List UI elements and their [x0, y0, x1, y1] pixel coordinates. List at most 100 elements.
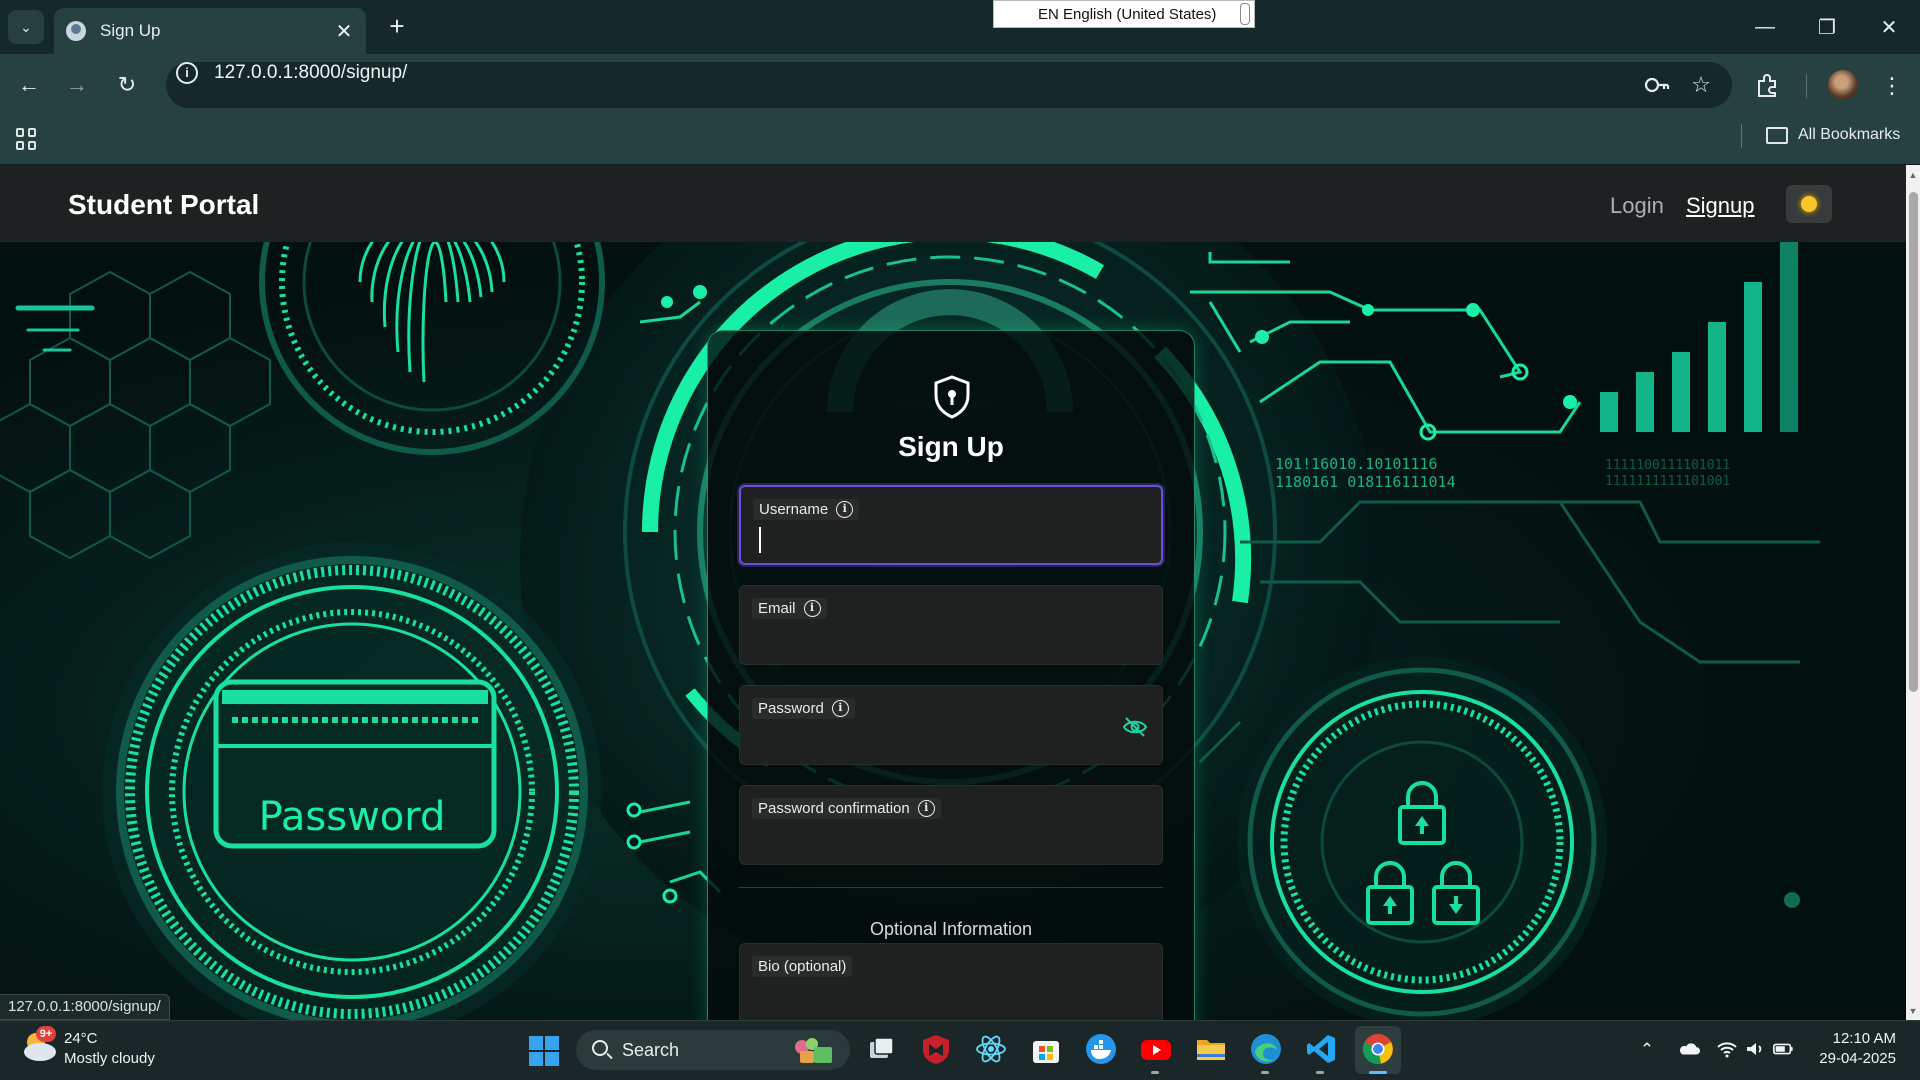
screen: ⌄ Sign Up ✕ + EN English (United States)…: [0, 0, 1920, 1080]
binary-line-1: 101!16010.10101116: [1275, 455, 1438, 473]
minimize-window-button[interactable]: —: [1742, 10, 1788, 44]
optional-info-heading: Optional Information: [869, 919, 1033, 939]
password-field[interactable]: Password i: [739, 685, 1163, 765]
chrome-running-indicator: [1369, 1071, 1387, 1074]
profile-avatar[interactable]: [1828, 70, 1858, 100]
shield-keyhole-icon: [934, 375, 970, 419]
task-view-icon[interactable]: [864, 1032, 898, 1066]
reload-icon[interactable]: ↻: [110, 68, 144, 102]
star-icon[interactable]: ☆: [1686, 70, 1716, 100]
nav-signup-link[interactable]: Signup: [1686, 193, 1755, 219]
status-bar-url: 127.0.0.1:8000/signup/: [0, 994, 170, 1020]
all-bookmarks-link[interactable]: All Bookmarks: [1798, 126, 1900, 144]
site-info-icon[interactable]: i: [176, 62, 198, 84]
chrome-icon[interactable]: [1361, 1032, 1395, 1066]
language-indicator-grip-icon: [1240, 3, 1250, 25]
password-key-icon[interactable]: [1642, 70, 1672, 100]
username-label: Username i: [753, 499, 860, 520]
tab-favicon-icon: [66, 21, 86, 41]
onedrive-icon[interactable]: [1678, 1040, 1700, 1058]
username-field[interactable]: Username i: [739, 485, 1163, 565]
volume-icon[interactable]: [1744, 1040, 1766, 1058]
microsoft-store-icon[interactable]: [1029, 1032, 1063, 1066]
scroll-thumb[interactable]: [1909, 192, 1918, 692]
password-confirmation-field[interactable]: Password confirmation i: [739, 785, 1163, 865]
password-label-text: Password: [758, 700, 824, 717]
search-highlight-icon: [795, 1038, 832, 1063]
theme-toggle-button[interactable]: [1786, 185, 1832, 223]
password-confirmation-label: Password confirmation i: [752, 798, 941, 819]
show-hidden-icons-icon[interactable]: ⌃: [1636, 1040, 1658, 1060]
vscode-icon[interactable]: [1304, 1032, 1338, 1066]
text-caret: [759, 527, 761, 553]
browser-toolbar: ← → ↻ i 127.0.0.1:8000/signup/ ☆ ⋮: [0, 54, 1920, 116]
battery-icon[interactable]: [1772, 1040, 1794, 1058]
react-devtools-icon[interactable]: [974, 1032, 1008, 1066]
bio-label-text: Bio (optional): [758, 958, 847, 975]
vscode-running-indicator: [1316, 1071, 1324, 1074]
file-explorer-icon[interactable]: [1194, 1032, 1228, 1066]
info-icon[interactable]: i: [917, 800, 935, 817]
taskbar-clock-time[interactable]: 12:10 AM: [1820, 1030, 1896, 1047]
taskbar-search-label[interactable]: Search: [622, 1040, 679, 1061]
circuit-node-dot: [1784, 892, 1800, 908]
search-icon: [592, 1040, 608, 1056]
extensions-icon[interactable]: [1752, 70, 1784, 102]
bookmarks-divider: [1741, 124, 1742, 148]
nav-login-link[interactable]: Login: [1610, 193, 1664, 219]
youtube-running-indicator: [1151, 1071, 1159, 1074]
apps-grid-icon[interactable]: [16, 128, 38, 150]
forward-icon[interactable]: →: [60, 68, 94, 102]
email-field[interactable]: Email i: [739, 585, 1163, 665]
active-tab[interactable]: Sign Up ✕: [54, 8, 366, 54]
lock-emblem: [1237, 657, 1607, 1020]
binary-line-2: 1180161 018116111014: [1275, 473, 1456, 491]
email-label: Email i: [752, 598, 827, 619]
bio-label: Bio (optional): [752, 956, 853, 977]
password-card-text: Password: [259, 794, 446, 840]
windows-taskbar: [0, 1020, 1920, 1080]
folder-icon[interactable]: [1766, 127, 1788, 144]
language-indicator: EN English (United States): [993, 0, 1255, 28]
signup-title: Sign Up: [898, 431, 1004, 462]
language-indicator-text: EN English (United States): [1038, 5, 1217, 23]
tab-search-button[interactable]: ⌄: [8, 10, 44, 44]
username-label-text: Username: [759, 501, 829, 518]
close-window-button[interactable]: ✕: [1866, 10, 1912, 44]
email-label-text: Email: [758, 600, 796, 617]
edge-icon[interactable]: [1249, 1032, 1283, 1066]
youtube-icon[interactable]: [1139, 1032, 1173, 1066]
info-icon[interactable]: i: [836, 501, 854, 518]
mcafee-icon[interactable]: [919, 1032, 953, 1066]
bookmarks-bar: [0, 116, 1920, 165]
password-emblem: [102, 542, 602, 1020]
docker-icon[interactable]: [1084, 1032, 1118, 1066]
close-tab-icon[interactable]: ✕: [330, 19, 358, 44]
site-brand[interactable]: Student Portal: [68, 189, 259, 221]
weather-description[interactable]: Mostly cloudy: [64, 1050, 155, 1067]
section-divider: [739, 887, 1163, 888]
weather-badge: 9+: [36, 1026, 56, 1042]
wifi-icon[interactable]: [1716, 1040, 1738, 1058]
restore-window-button[interactable]: ❐: [1804, 10, 1850, 44]
weather-temperature[interactable]: 24°C: [64, 1030, 98, 1047]
signup-card: Sign Up Username i Email i Password i Pa…: [707, 330, 1195, 1050]
info-icon[interactable]: i: [831, 700, 849, 717]
binary-right-1: 1111100111101011: [1605, 458, 1730, 473]
scroll-down-icon[interactable]: ▼: [1906, 1004, 1920, 1018]
password-confirmation-label-text: Password confirmation: [758, 800, 910, 817]
binary-right-2: 1111111111101001: [1605, 474, 1730, 489]
address-url[interactable]: 127.0.0.1:8000/signup/: [214, 62, 407, 84]
eye-off-icon[interactable]: [1122, 716, 1148, 738]
info-icon[interactable]: i: [803, 600, 821, 617]
toolbar-divider: [1806, 74, 1807, 98]
back-icon[interactable]: ←: [12, 68, 46, 102]
taskbar-clock-date[interactable]: 29-04-2025: [1810, 1050, 1896, 1067]
new-tab-button[interactable]: +: [382, 12, 412, 42]
scroll-up-icon[interactable]: ▲: [1906, 168, 1920, 182]
password-label: Password i: [752, 698, 855, 719]
sun-icon: [1801, 196, 1817, 212]
tab-title: Sign Up: [100, 21, 161, 40]
windows-start-icon[interactable]: [529, 1036, 559, 1066]
menu-icon[interactable]: ⋮: [1876, 70, 1908, 102]
